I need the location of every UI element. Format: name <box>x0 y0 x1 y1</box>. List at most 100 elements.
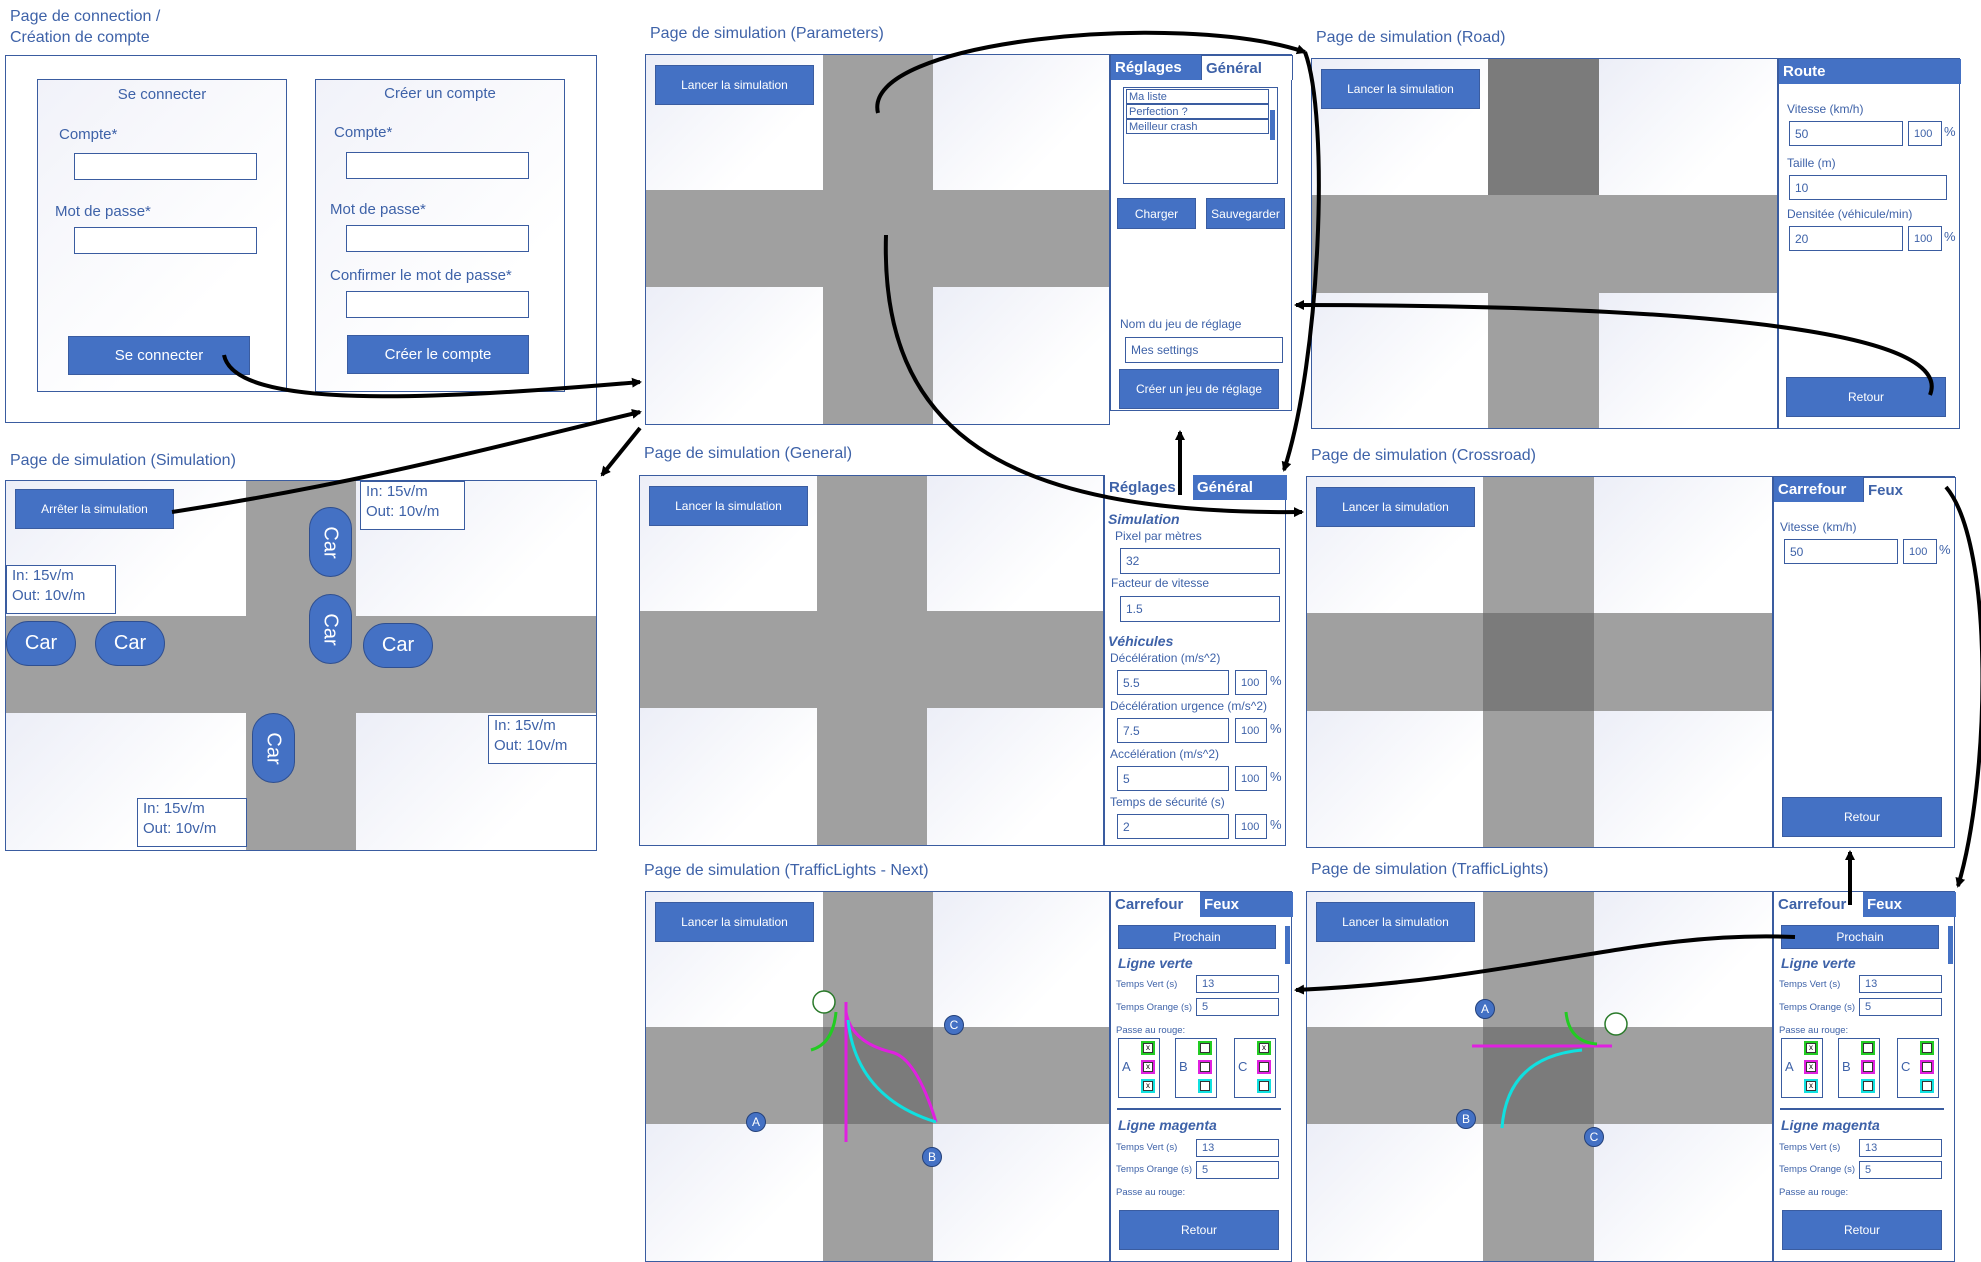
magenta-orange-time-field[interactable]: 5 <box>1859 1161 1942 1179</box>
checkbox-green[interactable]: x <box>1804 1041 1818 1055</box>
connect-button[interactable]: Se connecter <box>68 336 250 375</box>
green-light-handle[interactable] <box>1604 1012 1628 1036</box>
accel-field[interactable]: 5 <box>1117 766 1229 791</box>
list-item[interactable]: Perfection ? <box>1126 104 1269 119</box>
checkbox-cyan[interactable] <box>1861 1079 1875 1093</box>
tab-general[interactable]: Général <box>1201 55 1293 80</box>
speed-field[interactable]: 50 <box>1784 539 1898 564</box>
node-c-badge[interactable]: C <box>1584 1127 1604 1147</box>
car[interactable]: Car <box>363 623 433 668</box>
settings-list[interactable]: Ma liste Perfection ? Meilleur crash <box>1123 87 1278 184</box>
selected-road-segment[interactable] <box>1488 59 1599 195</box>
launch-simulation-button[interactable]: Lancer la simulation <box>649 486 808 526</box>
tab-feux[interactable]: Feux <box>1200 892 1293 917</box>
safety-field[interactable]: 2 <box>1117 814 1229 839</box>
launch-simulation-button[interactable]: Lancer la simulation <box>655 902 814 942</box>
car[interactable]: Car <box>6 621 76 666</box>
magenta-green-time-field[interactable]: 13 <box>1196 1139 1279 1157</box>
tab-carrefour[interactable]: Carrefour <box>1774 477 1863 502</box>
account-field[interactable] <box>74 153 257 180</box>
decel-field[interactable]: 5.5 <box>1117 670 1229 695</box>
green-time-field[interactable]: 13 <box>1859 975 1942 993</box>
node-b-badge[interactable]: B <box>1456 1109 1476 1129</box>
car[interactable]: Car <box>95 621 165 666</box>
tab-reglages[interactable]: Réglages <box>1105 475 1193 500</box>
create-account-field[interactable] <box>346 152 529 179</box>
create-account-button[interactable]: Créer le compte <box>347 335 529 374</box>
checkbox-green[interactable]: x <box>1141 1041 1155 1055</box>
panel-scrollbar[interactable] <box>1948 926 1953 964</box>
speed-field[interactable]: 50 <box>1789 121 1903 146</box>
list-item[interactable]: Meilleur crash <box>1126 119 1269 134</box>
back-button[interactable]: Retour <box>1782 1210 1942 1250</box>
density-field[interactable]: 20 <box>1789 226 1903 251</box>
launch-simulation-button[interactable]: Lancer la simulation <box>1321 69 1480 109</box>
back-button[interactable]: Retour <box>1782 797 1942 837</box>
checkbox-cyan[interactable] <box>1920 1079 1934 1093</box>
checkbox-green[interactable]: x <box>1257 1041 1271 1055</box>
car[interactable]: Car <box>309 594 352 664</box>
next-button[interactable]: Prochain <box>1118 925 1276 949</box>
orange-time-field[interactable]: 5 <box>1196 998 1279 1016</box>
launch-simulation-button[interactable]: Lancer la simulation <box>655 65 814 105</box>
node-b-badge[interactable]: B <box>922 1147 942 1167</box>
checkbox-magenta[interactable]: x <box>1804 1060 1818 1074</box>
node-a-badge[interactable]: A <box>746 1112 766 1132</box>
password-field[interactable] <box>74 227 257 254</box>
stop-simulation-button[interactable]: Arrêter la simulation <box>15 489 174 529</box>
create-settings-button[interactable]: Créer un jeu de réglage <box>1119 369 1279 409</box>
load-button[interactable]: Charger <box>1117 198 1196 229</box>
orange-time-field[interactable]: 5 <box>1859 998 1942 1016</box>
magenta-orange-time-field[interactable]: 5 <box>1196 1161 1279 1179</box>
checkbox-green[interactable] <box>1861 1041 1875 1055</box>
tab-reglages[interactable]: Réglages <box>1111 55 1201 80</box>
speed-percent-field[interactable]: 100 <box>1903 539 1937 564</box>
list-scrollbar[interactable] <box>1270 110 1275 140</box>
car[interactable]: Car <box>309 507 352 577</box>
launch-simulation-button[interactable]: Lancer la simulation <box>1316 902 1475 942</box>
decel-urgence-percent-field[interactable]: 100 <box>1235 718 1267 743</box>
save-button[interactable]: Sauvegarder <box>1206 198 1285 229</box>
node-a-badge[interactable]: A <box>1475 999 1495 1019</box>
checkbox-magenta[interactable]: x <box>1141 1060 1155 1074</box>
checkbox-cyan[interactable] <box>1198 1079 1212 1093</box>
magenta-green-time-field[interactable]: 13 <box>1859 1139 1942 1157</box>
create-password-field[interactable] <box>346 225 529 252</box>
next-button[interactable]: Prochain <box>1781 925 1939 949</box>
launch-simulation-button[interactable]: Lancer la simulation <box>1316 487 1475 527</box>
pixel-field[interactable]: 32 <box>1120 548 1280 574</box>
tab-feux[interactable]: Feux <box>1863 477 1956 502</box>
checkbox-magenta[interactable] <box>1861 1060 1875 1074</box>
settings-name-field[interactable]: Mes settings <box>1125 337 1283 363</box>
checkbox-magenta[interactable] <box>1198 1060 1212 1074</box>
speed-percent-field[interactable]: 100 <box>1908 121 1942 146</box>
checkbox-cyan[interactable]: x <box>1141 1079 1155 1093</box>
node-c-badge[interactable]: C <box>944 1015 964 1035</box>
green-light-handle[interactable] <box>812 990 836 1014</box>
checkbox-magenta[interactable] <box>1920 1060 1934 1074</box>
confirm-password-field[interactable] <box>346 291 529 318</box>
back-button[interactable]: Retour <box>1119 1210 1279 1250</box>
checkbox-cyan[interactable] <box>1257 1079 1271 1093</box>
checkbox-cyan[interactable]: x <box>1804 1079 1818 1093</box>
accel-percent-field[interactable]: 100 <box>1235 766 1267 791</box>
size-field[interactable]: 10 <box>1789 175 1947 200</box>
checkbox-green[interactable] <box>1920 1041 1934 1055</box>
list-item[interactable]: Ma liste <box>1126 89 1269 104</box>
decel-percent-field[interactable]: 100 <box>1235 670 1267 695</box>
green-time-field[interactable]: 13 <box>1196 975 1279 993</box>
density-percent-field[interactable]: 100 <box>1908 226 1942 251</box>
checkbox-magenta[interactable] <box>1257 1060 1271 1074</box>
panel-scrollbar[interactable] <box>1285 926 1290 964</box>
tab-carrefour[interactable]: Carrefour <box>1111 892 1200 917</box>
tab-carrefour[interactable]: Carrefour <box>1774 892 1863 917</box>
speed-factor-field[interactable]: 1.5 <box>1120 596 1280 622</box>
back-button[interactable]: Retour <box>1786 377 1946 417</box>
decel-urgence-field[interactable]: 7.5 <box>1117 718 1229 743</box>
car[interactable]: Car <box>252 713 295 783</box>
tab-feux[interactable]: Feux <box>1863 892 1956 917</box>
checkbox-green[interactable] <box>1198 1041 1212 1055</box>
selected-crossroad[interactable] <box>1483 613 1594 711</box>
safety-percent-field[interactable]: 100 <box>1235 814 1267 839</box>
tab-general[interactable]: Général <box>1193 475 1287 500</box>
